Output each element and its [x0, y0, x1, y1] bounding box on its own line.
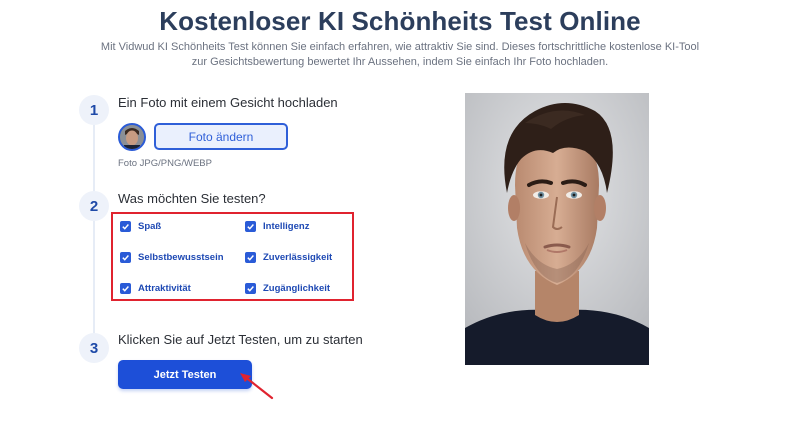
- step-1-number: 1: [79, 95, 109, 125]
- option-label: Zugänglichkeit: [263, 283, 331, 294]
- start-test-button[interactable]: Jetzt Testen: [118, 360, 252, 389]
- option-spass[interactable]: Spaß: [120, 221, 161, 232]
- option-intelligenz[interactable]: Intelligenz: [245, 221, 309, 232]
- page-title: Kostenloser KI Schönheits Test Online: [159, 6, 641, 36]
- uploaded-photo-thumbnail[interactable]: [118, 123, 146, 151]
- pointer-arrow-icon: [240, 373, 274, 400]
- checkbox-checked-icon[interactable]: [120, 221, 131, 232]
- step-3-number: 3: [79, 333, 109, 363]
- step-1-title: Ein Foto mit einem Gesicht hochladen: [118, 95, 338, 110]
- checkbox-checked-icon[interactable]: [120, 283, 131, 294]
- checkbox-checked-icon[interactable]: [245, 221, 256, 232]
- portrait-image: [465, 93, 649, 365]
- option-label: Spaß: [138, 221, 162, 232]
- sample-face-photo: [465, 93, 649, 365]
- checkbox-checked-icon[interactable]: [245, 252, 256, 263]
- step-2-number: 2: [79, 191, 109, 221]
- option-zuverlaessigkeit[interactable]: Zuverlässigkeit: [245, 252, 332, 263]
- step-2-title: Was möchten Sie testen?: [118, 191, 266, 206]
- option-attraktivitaet[interactable]: Attraktivität: [120, 283, 191, 294]
- option-label: Intelligenz: [263, 221, 310, 232]
- steps-connector-line: [93, 110, 95, 350]
- option-zugaenglichkeit[interactable]: Zugänglichkeit: [245, 283, 330, 294]
- option-selbstbewusstsein[interactable]: Selbstbewusstsein: [120, 252, 224, 263]
- checkbox-checked-icon[interactable]: [120, 252, 131, 263]
- photo-format-hint: Foto JPG/PNG/WEBP: [118, 158, 212, 169]
- face-thumbnail-icon: [120, 125, 144, 149]
- option-label: Zuverlässigkeit: [263, 252, 333, 263]
- change-photo-button[interactable]: Foto ändern: [154, 123, 288, 150]
- option-label: Selbstbewusstsein: [138, 252, 224, 263]
- page-subtitle: Mit Vidwud KI Schönheits Test können Sie…: [100, 41, 700, 68]
- checkbox-checked-icon[interactable]: [245, 283, 256, 294]
- option-label: Attraktivität: [138, 283, 191, 294]
- step-3-title: Klicken Sie auf Jetzt Testen, um zu star…: [118, 332, 363, 347]
